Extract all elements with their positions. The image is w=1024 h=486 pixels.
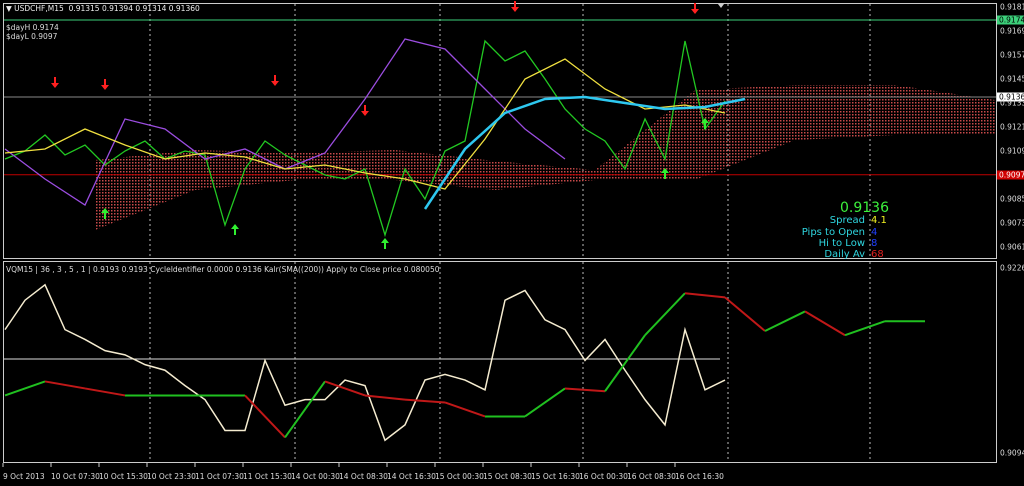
time-axis-label: 14 Oct 00:30 [291, 472, 340, 481]
sell-arrow-icon [51, 77, 59, 88]
indicator-chart [4, 283, 925, 442]
time-axis-label: 16 Oct 00:30 [579, 472, 628, 481]
hilo-label: Hi to Low [818, 238, 865, 249]
buy-arrow-icon [231, 224, 239, 235]
symbol: USDCHF,M15 [14, 4, 64, 13]
price-axis-label: 0.91450 [1000, 74, 1024, 84]
price-axis-label: 0.90610 [1000, 242, 1024, 252]
signal-line-segment [844, 320, 886, 337]
signal-line-segment [524, 387, 566, 418]
sell-arrow-icon [101, 79, 109, 90]
time-axis-label: 15 Oct 00:30 [435, 472, 484, 481]
price-axis-label: 0.90850 [1000, 194, 1024, 204]
time-axis-label: 10 Oct 07:30 [51, 472, 100, 481]
oscillator-line [4, 283, 726, 442]
signal-line-segment [724, 296, 766, 332]
time-axis-label: 10 Oct 15:30 [99, 472, 148, 481]
grid [2, 4, 871, 467]
signal-line-segment [44, 380, 86, 390]
sell-arrow-icon [511, 1, 519, 12]
price-axis-label: 0.90730 [1000, 218, 1024, 228]
signal-line-segment [364, 394, 406, 401]
spread-row: Spread 4.1 [830, 215, 889, 226]
current-price: 0.9136 [840, 200, 889, 216]
day-high-label: $dayH 0.9174 [6, 23, 59, 32]
hilo-row: Hi to Low 8 [819, 238, 889, 249]
day-low-label: $dayL 0.9097 [6, 32, 58, 41]
price-axis-label: 0.91690 [1000, 26, 1024, 36]
time-axis-label: 16 Oct 08:30 [627, 472, 676, 481]
price-axis-label: 0.91330 [1000, 98, 1024, 108]
signal-line-segment [764, 310, 806, 332]
price-axis-label: 0.91210 [1000, 122, 1024, 132]
high-price-tag: 0.91745 [997, 15, 1024, 25]
time-axis-label: 11 Oct 15:30 [243, 472, 292, 481]
signal-line-segment [84, 387, 126, 397]
price-axis-label: 0.91810 [1000, 2, 1024, 12]
indicator-axis-label: 0.9226 [1000, 263, 1024, 273]
time-axis-label: 10 Oct 23:30 [147, 472, 196, 481]
time-axis-label: 15 Oct 16:30 [531, 472, 580, 481]
time-axis-label: 11 Oct 07:30 [195, 472, 244, 481]
sell-arrow-icon [361, 105, 369, 116]
daily-row: Daily Av 68 [824, 249, 889, 260]
signal-line-segment [444, 401, 486, 418]
hilo-value: 8 [871, 238, 878, 249]
signal-line-segment [804, 310, 846, 337]
time-axis-label: 14 Oct 08:30 [339, 472, 388, 481]
pips-row: Pips to Open 4 [802, 227, 889, 238]
sell-arrow-icon [271, 75, 279, 86]
symbol-header: ▼ USDCHF,M15 0.91315 0.91394 0.91314 0.9… [6, 4, 200, 13]
signal-line-segment [684, 292, 726, 299]
signal-line-segment [284, 380, 326, 439]
signal-line-segment [564, 387, 606, 393]
signal-line-segment [244, 394, 286, 439]
spread-label: Spread [829, 215, 865, 226]
price-axis-label: 0.91090 [1000, 146, 1024, 156]
daily-label: Daily Av [824, 249, 865, 260]
ohlc-values: 0.91315 0.91394 0.91314 0.91360 [68, 4, 200, 13]
signal-line-segment [644, 292, 686, 336]
low-price-tag: 0.90971 [997, 170, 1024, 180]
daily-value: 68 [871, 249, 884, 260]
spread-value: 4.1 [871, 215, 887, 226]
time-axis-label: 16 Oct 16:30 [675, 472, 724, 481]
signal-line-segment [404, 398, 446, 404]
indicator-header: VQM15 | 36 , 3 , 5 , 1 | 0.9193 0.9193 C… [6, 265, 440, 274]
price-axis-label: 0.91570 [1000, 50, 1024, 60]
indicator-axis-label: 0.9094 [1000, 448, 1024, 458]
time-axis-label: 9 Oct 2013 [3, 472, 45, 481]
indicator-panel-border [3, 261, 997, 463]
signal-line-segment [604, 334, 646, 392]
pips-label: Pips to Open [801, 227, 865, 238]
time-axis-label: 15 Oct 08:30 [483, 472, 532, 481]
buy-arrow-icon [381, 238, 389, 249]
signal-line-segment [4, 380, 46, 397]
sell-arrow-icon [691, 3, 699, 14]
time-axis-label: 14 Oct 16:30 [387, 472, 436, 481]
pips-value: 4 [871, 227, 878, 238]
shift-marker-icon[interactable] [718, 4, 724, 8]
